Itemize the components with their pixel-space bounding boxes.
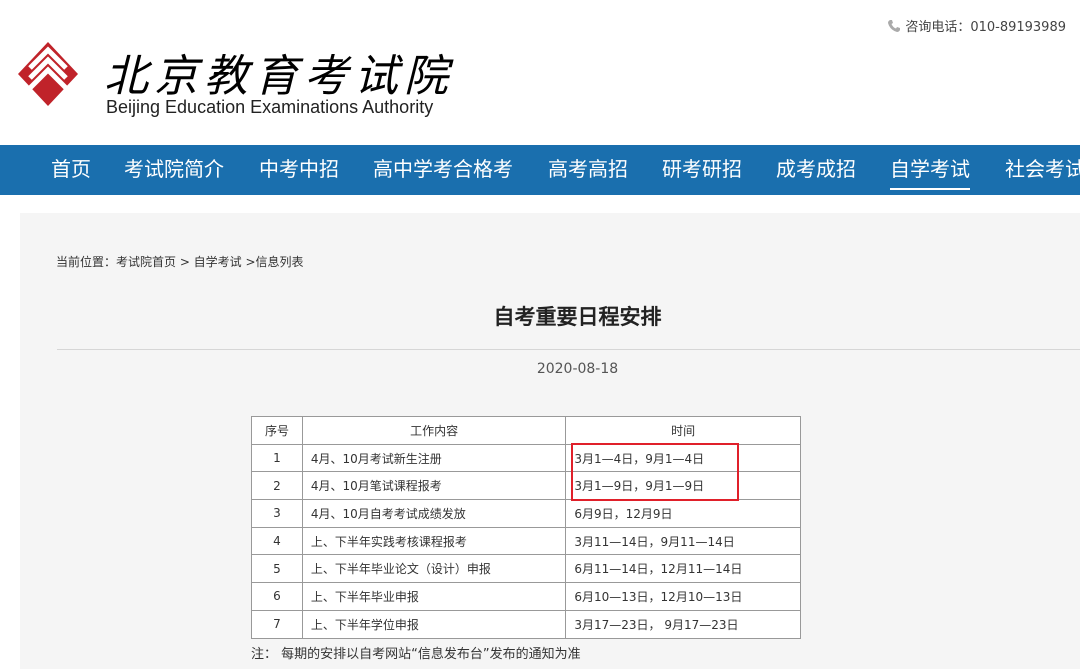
main-nav: 首页 考试院简介 中考中招 高中学考合格考 高考高招 研考研招 成考成招 自学考… [0,145,1080,195]
cell-task: 上、下半年毕业申报 [301,582,567,611]
cell-no: 7 [251,609,303,639]
table-row: 5 上、下半年毕业论文（设计）申报 6月11—14日，12月11—14日 [251,554,801,584]
nav-item-zhongkao[interactable]: 中考中招 [259,145,339,195]
cell-no: 3 [251,499,303,528]
nav-item-zixue[interactable]: 自学考试 [890,145,970,190]
cell-task: 4月、10月笔试课程报考 [301,471,567,501]
article-date: 2020-08-18 [536,361,619,377]
col-header-time: 时间 [565,416,801,445]
hotline: 咨询电话：010-89193989 [887,16,1066,35]
table-note: 注： 每期的安排以自考网站“信息发布台”发布的通知为准 [251,647,581,662]
cell-time: 3月17—23日， 9月17—23日 [565,609,801,639]
cell-task: 上、下半年实践考核课程报考 [301,526,567,556]
table-row: 3 4月、10月自考考试成绩发放 6月9日，12月9日 [251,499,801,528]
cell-no: 6 [251,582,303,611]
cell-time: 3月11—14日，9月11—14日 [565,526,801,556]
nav-item-yankao[interactable]: 研考研招 [662,145,742,195]
phone-icon [888,19,901,32]
nav-item-gaokao[interactable]: 高考高招 [548,145,628,195]
cell-no: 1 [251,443,303,473]
logo-icon[interactable] [16,38,80,114]
article-title: 自考重要日程安排 [493,305,662,329]
cell-time: 6月10—13日，12月10—13日 [565,582,801,611]
content-panel: 当前位置：考试院首页 > 自学考试 >信息列表 自考重要日程安排 2020-08… [20,213,1080,669]
cell-task: 上、下半年毕业论文（设计）申报 [301,554,567,584]
col-header-no: 序号 [251,416,303,445]
cell-no: 5 [251,554,303,584]
cell-no: 2 [251,471,303,501]
table-row: 7 上、下半年学位申报 3月17—23日， 9月17—23日 [251,609,801,639]
cell-task: 4月、10月自考考试成绩发放 [301,499,567,528]
highlight-box [571,443,739,501]
col-header-task: 工作内容 [301,416,567,445]
title-divider [57,349,1080,350]
breadcrumb[interactable]: 当前位置：考试院首页 > 自学考试 >信息列表 [56,253,304,270]
site-header: 北京教育考试院 Beijing Education Examinations A… [0,0,1080,145]
nav-item-shehui[interactable]: 社会考试 [1005,145,1080,195]
nav-item-about[interactable]: 考试院简介 [124,145,224,195]
logo-title-en[interactable]: Beijing Education Examinations Authority [106,97,433,118]
table-row: 6 上、下半年毕业申报 6月10—13日，12月10—13日 [251,582,801,611]
nav-item-home[interactable]: 首页 [51,145,91,195]
cell-task: 4月、10月考试新生注册 [301,443,567,473]
table-row: 4 上、下半年实践考核课程报考 3月11—14日，9月11—14日 [251,526,801,556]
cell-no: 4 [251,526,303,556]
nav-item-xuekao[interactable]: 高中学考合格考 [373,145,513,195]
cell-time: 6月11—14日，12月11—14日 [565,554,801,584]
logo-title-cn[interactable]: 北京教育考试院 [104,40,454,104]
nav-item-chengkao[interactable]: 成考成招 [776,145,856,195]
table-header-row: 序号 工作内容 时间 [251,416,801,445]
phone-text: 咨询电话：010-89193989 [905,20,1066,35]
cell-time: 6月9日，12月9日 [565,499,801,528]
cell-task: 上、下半年学位申报 [301,609,567,639]
